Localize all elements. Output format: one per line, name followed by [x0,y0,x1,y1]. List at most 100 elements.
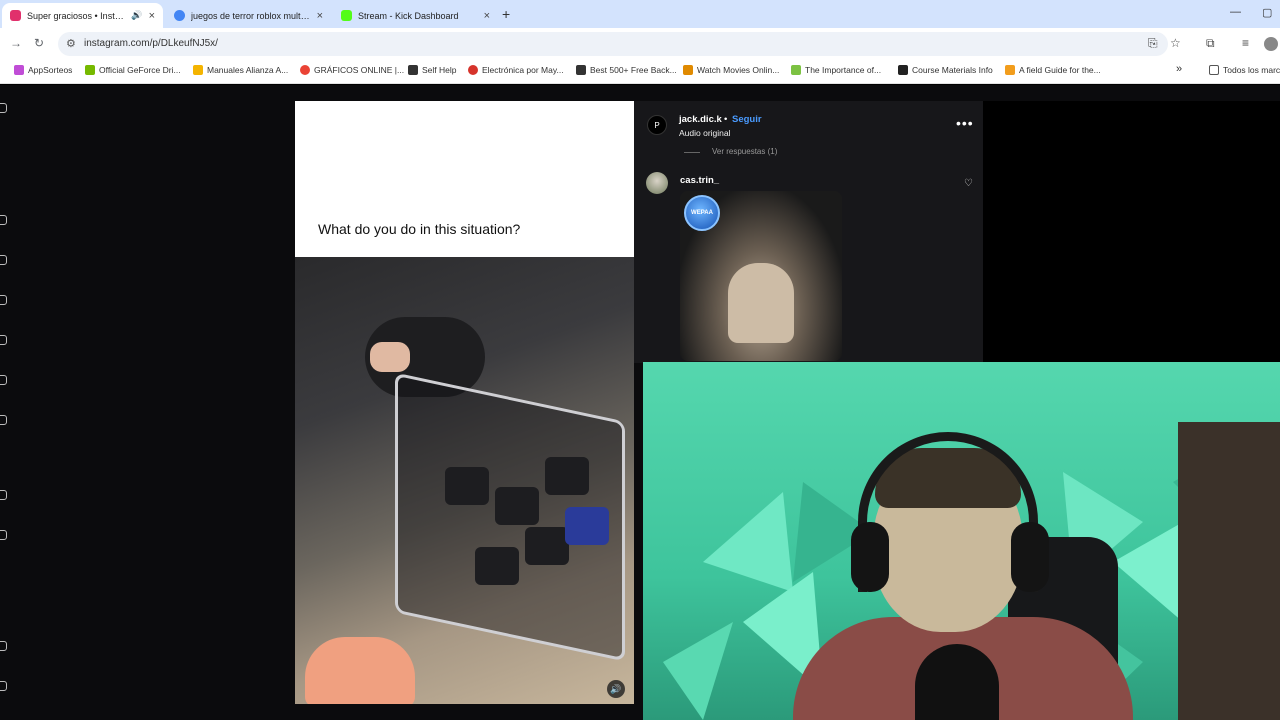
create-icon[interactable] [0,415,7,425]
bookmark-favicon-icon [193,65,203,75]
comments-panel: P jack.dic.k • Seguir Audio original •••… [634,101,983,363]
dumbbell [545,457,589,495]
microphone [915,644,999,720]
header-separator: • [724,114,728,125]
more-options-icon[interactable]: ••• [956,115,974,131]
bookmark-item[interactable]: Electrónica por May... [468,65,564,75]
bookmark-item[interactable]: The Importance of... [791,65,881,75]
bookmarks-bar: AppSorteos Official GeForce Dri... Manua… [0,60,1280,84]
bookmark-star-icon[interactable]: ☆ [1170,36,1181,50]
all-bookmarks-label: Todos los marc [1223,65,1280,75]
replies-divider [684,152,700,153]
messages-icon[interactable] [0,335,7,345]
tab-title: juegos de terror roblox multijug [191,10,311,21]
reload-icon[interactable]: ↻ [34,36,44,50]
extensions-icon[interactable]: ⧉ [1206,36,1215,51]
page-background-right [983,101,1280,363]
headset-right-earcup [1011,522,1049,592]
like-heart-icon[interactable]: ♡ [964,178,973,189]
profile-avatar[interactable] [1264,37,1278,51]
bookmark-label: A field Guide for the... [1019,65,1101,75]
bookmark-item[interactable]: GRÁFICOS ONLINE |... [300,65,404,75]
comment-username[interactable]: cas.trin_ [680,175,719,186]
url-text[interactable]: instagram.com/p/DLkeufNJ5x/ [84,38,218,49]
search-icon[interactable] [0,215,7,225]
hand-foreground [305,637,415,704]
bookmark-label: Best 500+ Free Back... [590,65,677,75]
bookmark-item[interactable]: Best 500+ Free Back... [576,65,677,75]
bookmark-favicon-icon [1005,65,1015,75]
follow-button[interactable]: Seguir [732,114,762,125]
close-tab-icon[interactable]: × [317,10,323,22]
bookmark-favicon-icon [898,65,908,75]
close-tab-icon[interactable]: × [484,10,490,22]
google-favicon-icon [174,10,185,21]
video-frame[interactable]: 🔊 [295,257,634,704]
site-info-icon[interactable]: ⚙ [66,37,76,50]
bookmark-favicon-icon [85,65,95,75]
forward-icon[interactable]: → [10,36,22,50]
bookmark-item[interactable]: Watch Movies Onlin... [683,65,779,75]
hand-on-scooter [370,342,410,372]
tab-kick-dashboard[interactable]: Stream - Kick Dashboard × [333,3,498,28]
dumbbell [565,507,609,545]
tab-instagram[interactable]: Super graciosos • Instagram 🔊 × [2,3,163,28]
gif-person [728,263,794,343]
audio-link[interactable]: Audio original [679,128,731,138]
comment-gif[interactable]: WEPAA [680,191,842,361]
address-bar[interactable]: ⚙ instagram.com/p/DLkeufNJ5x/ [58,32,1168,56]
bookmark-favicon-icon [468,65,478,75]
author-username[interactable]: jack.dic.k [679,114,722,125]
bookmark-label: Manuales Alianza A... [207,65,289,75]
dumbbell [495,487,539,525]
bookmark-item[interactable]: Official GeForce Dri... [85,65,181,75]
bookmark-label: AppSorteos [28,65,73,75]
video-caption-text: What do you do in this situation? [318,221,521,237]
gif-badge: WEPAA [684,195,720,231]
speaker-icon[interactable]: 🔊 [131,10,142,21]
explore-icon[interactable] [0,255,7,265]
media-control-icon[interactable]: ≡ [1242,36,1249,50]
home-icon[interactable] [0,103,7,113]
bookmark-label: Electrónica por May... [482,65,564,75]
view-replies-link[interactable]: Ver respuestas (1) [712,147,777,156]
bookmark-label: Official GeForce Dri... [99,65,181,75]
webcam-overlay [643,362,1280,720]
bookmark-item[interactable]: Course Materials Info [898,65,993,75]
notifications-icon[interactable] [0,375,7,385]
post-video-player[interactable]: What do you do in this situation? 🔊 [295,101,634,704]
close-tab-icon[interactable]: × [149,10,155,22]
folder-icon [1209,65,1219,75]
minimize-icon[interactable]: — [1230,6,1241,18]
more-menu-icon[interactable] [0,641,7,651]
bookmark-favicon-icon [14,65,24,75]
bookmark-item[interactable]: Self Help [408,65,457,75]
profile-icon[interactable] [0,490,7,500]
maximize-icon[interactable]: ▢ [1262,6,1272,19]
threads-icon[interactable] [0,530,7,540]
dumbbell [445,467,489,505]
volume-icon[interactable]: 🔊 [607,680,625,698]
bookmark-label: The Importance of... [805,65,882,75]
bookmark-favicon-icon [300,65,310,75]
comment-avatar[interactable] [646,172,668,194]
install-app-icon[interactable]: ⎘ [1148,36,1158,51]
video-caption-area: What do you do in this situation? [295,101,634,257]
tab-google-search[interactable]: juegos de terror roblox multijug × [166,3,331,28]
bookmark-favicon-icon [408,65,418,75]
bookmark-label: Self Help [422,65,457,75]
bookmark-label: GRÁFICOS ONLINE |... [314,65,405,75]
bookmark-item[interactable]: Manuales Alianza A... [193,65,288,75]
dumbbell [525,527,569,565]
bookmarks-overflow-button[interactable]: » [1176,63,1182,75]
bookmark-label: Course Materials Info [912,65,993,75]
new-tab-button[interactable]: + [502,6,510,22]
reels-icon[interactable] [0,295,7,305]
bookmark-item[interactable]: A field Guide for the... [1005,65,1101,75]
all-bookmarks-folder[interactable]: Todos los marc [1209,65,1280,75]
bookmark-favicon-icon [683,65,693,75]
bookmark-item[interactable]: AppSorteos [14,65,72,75]
author-avatar[interactable]: P [647,115,667,135]
also-from-meta-icon[interactable] [0,681,7,691]
bookmark-label: Watch Movies Onlin... [697,65,780,75]
